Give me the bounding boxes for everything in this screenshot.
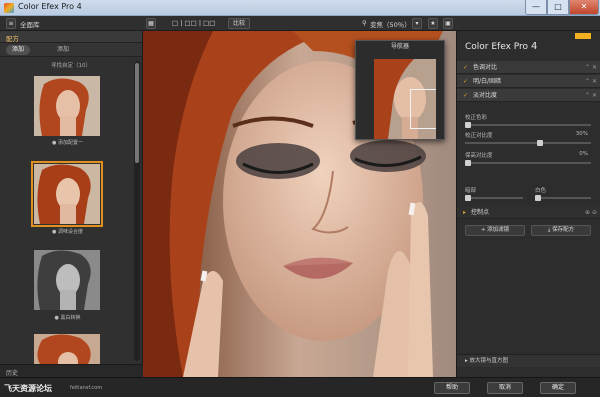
- filter-tools[interactable]: ⌃ ✕: [585, 61, 597, 74]
- slider-knob[interactable]: [465, 195, 471, 201]
- search-icon: ⚲: [362, 19, 367, 27]
- highlights-label: 白色: [535, 188, 547, 194]
- filter-check-icon[interactable]: ✓: [463, 78, 468, 85]
- left-scrollbar[interactable]: [134, 61, 140, 361]
- preset-thumbnail[interactable]: [34, 250, 100, 310]
- control-points-label: 控制点: [470, 209, 489, 216]
- recipes-header: 配方: [0, 31, 142, 43]
- scroll-thumb[interactable]: [135, 63, 139, 163]
- bottom-bar: 飞天资源论坛 feitiansf.com 帮助 取消 确定: [0, 377, 600, 397]
- filter-check-icon[interactable]: ✓: [463, 92, 468, 99]
- filter-label: 淡对比度: [472, 92, 497, 99]
- cancel-button[interactable]: 取消: [487, 382, 523, 394]
- filter-row-active[interactable]: ✓ 淡对比度 ⌃ ✕: [457, 89, 600, 102]
- left-panel: 配方 添加 添加 寻找自定（10） ● 添加配置一 ● 调味设合度 ● 黑白转换…: [0, 31, 143, 377]
- shadows-slider[interactable]: [465, 195, 523, 201]
- slider-value: 0%: [579, 151, 588, 157]
- grid-icon[interactable]: ▦: [146, 18, 156, 29]
- expand-icon[interactable]: ▸: [463, 209, 466, 216]
- slider-track[interactable]: [465, 122, 591, 128]
- ok-button[interactable]: 确定: [540, 382, 576, 394]
- zoom-toggle-icon[interactable]: ▾: [412, 18, 422, 29]
- navigator-title: 导航器: [390, 43, 409, 50]
- navigator-viewport[interactable]: [410, 89, 436, 129]
- slider-knob[interactable]: [465, 160, 471, 166]
- control-points-row[interactable]: ▸ 控制点 ⊕ ⊖: [457, 207, 600, 219]
- slider-label: 校正对比度: [465, 133, 493, 139]
- history-footer[interactable]: 历史: [0, 364, 143, 377]
- filter-row[interactable]: ✓ 色调对比 ⌃ ✕: [457, 61, 600, 74]
- tab-all[interactable]: 添加: [6, 45, 30, 55]
- navigator-thumbnail[interactable]: [374, 59, 436, 139]
- slider-knob[interactable]: [535, 195, 541, 201]
- highlights-slider[interactable]: [535, 195, 591, 201]
- preset-thumbnail[interactable]: [34, 334, 100, 364]
- watermark-text: 飞天资源论坛: [4, 384, 52, 393]
- preset-label: ● 添加配置一: [52, 140, 83, 146]
- brand-title: Color Efex Pro 4: [465, 41, 538, 52]
- section-title: 寻找自定（10）: [51, 63, 91, 69]
- panel-toggle-icon[interactable]: ▣: [443, 18, 453, 29]
- browser-toggle-icon[interactable]: ≡: [6, 18, 16, 29]
- maximize-button[interactable]: □: [547, 0, 569, 15]
- filter-label: 色调对比: [472, 64, 497, 71]
- shadows-label: 暗部: [465, 188, 477, 194]
- navigator-panel[interactable]: 导航器: [355, 40, 445, 140]
- preset-label: ● 调味设合度: [52, 229, 83, 235]
- filter-check-icon[interactable]: ✓: [463, 64, 468, 71]
- preset-thumbnail-selected[interactable]: [31, 161, 103, 227]
- preset-label: ● 黑白转换: [54, 315, 81, 321]
- help-button[interactable]: 帮助: [434, 382, 470, 394]
- window-title: Color Efex Pro 4: [18, 2, 82, 11]
- slider-value: 30%: [575, 131, 588, 137]
- slider-track[interactable]: [465, 140, 591, 146]
- preset-thumbnail[interactable]: [34, 76, 100, 136]
- top-toolbar: ≡ 全面库 ▦ □ | □□ | □□ 比较 ⚲ 变焦（50％） ▾ ★ ▣: [0, 16, 600, 31]
- left-tabs: 添加 添加: [0, 43, 142, 57]
- star-icon[interactable]: ★: [428, 18, 438, 29]
- filter-label: 明/白/固暗: [472, 78, 501, 85]
- filter-row[interactable]: ✓ 明/白/固暗 ⌃ ✕: [457, 75, 600, 88]
- app-logo-icon: [4, 3, 14, 13]
- slider-label: 校正色彩: [465, 115, 488, 121]
- compare-button[interactable]: 比较: [228, 18, 250, 29]
- nik-logo-icon: [575, 33, 591, 39]
- tab-favorites[interactable]: 添加: [50, 45, 76, 55]
- loupe-histogram-row[interactable]: ▸ 放大镜与直方图: [457, 354, 600, 367]
- filter-tools[interactable]: ⌃ ✕: [585, 75, 597, 88]
- close-button[interactable]: ✕: [569, 0, 599, 15]
- add-filter-button[interactable]: + 添加滤镜: [465, 225, 525, 236]
- control-point-tools[interactable]: ⊕ ⊖: [585, 207, 597, 219]
- save-recipe-button[interactable]: ⤓ 保存配方: [531, 225, 591, 236]
- slider-track[interactable]: [465, 160, 591, 166]
- slider-knob[interactable]: [537, 140, 543, 146]
- slider-knob[interactable]: [465, 122, 471, 128]
- minimize-button[interactable]: —: [525, 0, 547, 15]
- watermark-url: feitiansf.com: [70, 385, 103, 391]
- layout-selector[interactable]: □ | □□ | □□: [172, 19, 215, 27]
- filter-tools[interactable]: ⌃ ✕: [585, 89, 597, 102]
- right-panel: Color Efex Pro 4 ✓ 色调对比 ⌃ ✕ ✓ 明/白/固暗 ⌃ ✕…: [456, 31, 600, 377]
- title-bar: Color Efex Pro 4 — □ ✕: [0, 0, 600, 16]
- browser-label: 全面库: [20, 21, 40, 29]
- zoom-label[interactable]: 变焦（50％）: [370, 19, 411, 29]
- slider-label: 保高对比度: [465, 153, 493, 159]
